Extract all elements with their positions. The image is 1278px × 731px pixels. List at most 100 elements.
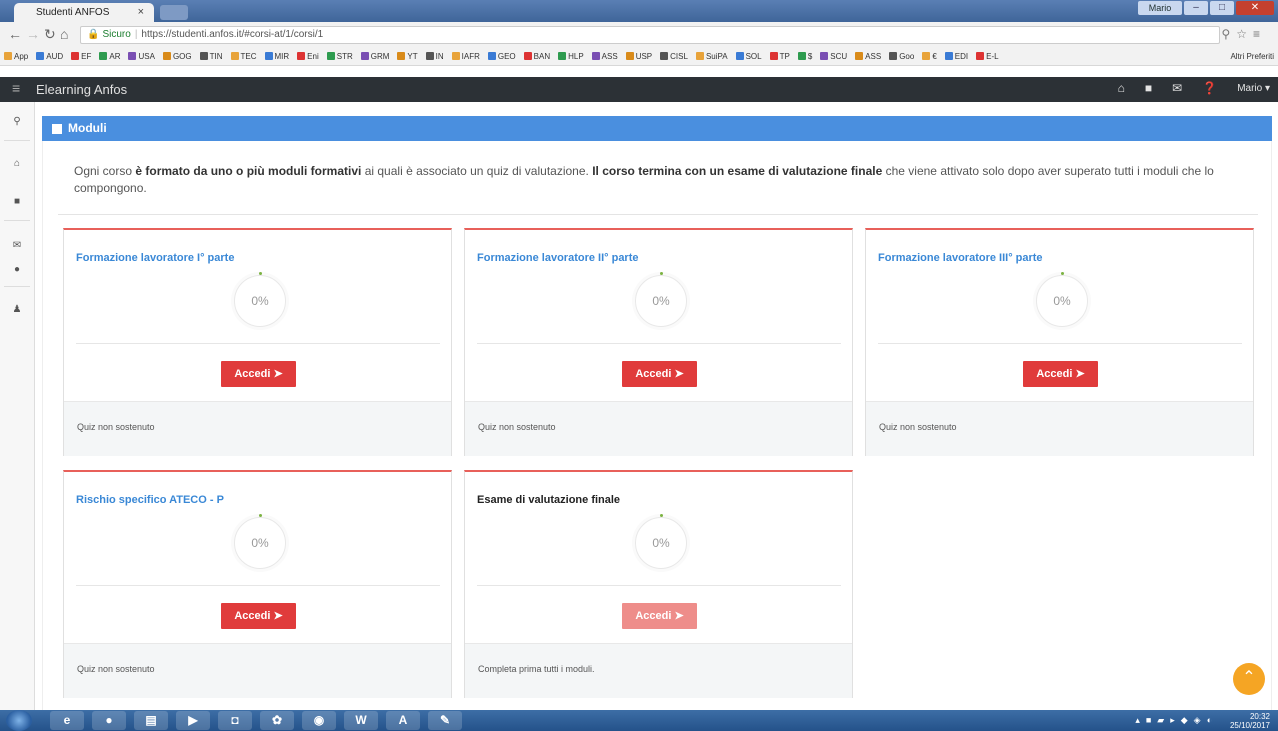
- start-button[interactable]: [6, 710, 32, 731]
- bookmark-item[interactable]: IN: [425, 52, 444, 61]
- bookmark-item[interactable]: USP: [625, 52, 652, 61]
- accedi-button[interactable]: Accedi ➤: [221, 361, 296, 387]
- lock-icon: 🔒: [87, 29, 100, 40]
- module-title[interactable]: Formazione lavoratore I° parte: [76, 252, 234, 264]
- bookmark-icon: [230, 52, 239, 60]
- bookmark-item[interactable]: STR: [326, 52, 353, 61]
- home-nav-icon[interactable]: ⌂: [1118, 81, 1125, 95]
- progress-gauge: 0%: [1036, 272, 1088, 327]
- help-sidebar-icon[interactable]: ●: [0, 264, 34, 275]
- modules-icon: [52, 124, 62, 134]
- back-icon[interactable]: ←: [8, 26, 22, 42]
- home-icon[interactable]: ⌂: [60, 26, 68, 42]
- close-window-button[interactable]: ✕: [1236, 1, 1274, 15]
- other-bookmarks[interactable]: Altri Preferiti: [1222, 52, 1274, 61]
- bookmark-icon: [297, 52, 306, 60]
- maximize-button[interactable]: □: [1210, 1, 1234, 15]
- bookmark-item[interactable]: Goo: [889, 52, 914, 61]
- reload-icon[interactable]: ↻: [44, 26, 56, 43]
- accedi-button[interactable]: Accedi ➤: [622, 361, 697, 387]
- forward-icon[interactable]: →: [26, 26, 40, 42]
- scroll-to-top-button[interactable]: ⌃: [1233, 663, 1265, 695]
- browser-tab[interactable]: Studenti ANFOS ×: [14, 3, 154, 22]
- bookmark-item[interactable]: TIN: [199, 52, 223, 61]
- media-player-icon[interactable]: ▶: [176, 711, 210, 730]
- bookmark-item[interactable]: CISL: [660, 52, 688, 61]
- quiz-status: Quiz non sostenuto: [64, 643, 451, 698]
- address-toolbar: ← → ↻ ⌂ 🔒 Sicuro | https://studenti.anfos.i…: [0, 22, 1278, 48]
- accedi-button[interactable]: Accedi ➤: [221, 603, 296, 629]
- profile-button[interactable]: Mario: [1138, 1, 1182, 15]
- bookmark-icon: [591, 52, 600, 60]
- address-actions[interactable]: ⚲☆≡: [1221, 27, 1266, 41]
- bookmark-item[interactable]: USA: [128, 52, 155, 61]
- bookmark-icon: [855, 52, 864, 60]
- bookmark-icon: [326, 52, 335, 60]
- bookmark-item[interactable]: IAFR: [451, 52, 480, 61]
- app-icon[interactable]: ◘: [218, 711, 252, 730]
- bookmark-item[interactable]: GRM: [360, 52, 389, 61]
- bookmark-item[interactable]: AR: [99, 52, 120, 61]
- book-nav-icon[interactable]: ■: [1145, 81, 1152, 95]
- mail-nav-icon[interactable]: ✉: [1172, 81, 1182, 95]
- bookmark-icon: [660, 52, 669, 60]
- module-title[interactable]: Rischio specifico ATECO - P: [76, 494, 224, 506]
- bookmark-icon: [36, 52, 45, 60]
- menu-icon[interactable]: ≡: [12, 80, 20, 96]
- mail-sidebar-icon[interactable]: ✉: [0, 240, 34, 251]
- pdf-icon[interactable]: A: [386, 711, 420, 730]
- bookmark-icon: [128, 52, 137, 60]
- bookmark-item[interactable]: E-L: [976, 52, 999, 61]
- help-nav-icon[interactable]: ❓: [1202, 81, 1217, 95]
- bookmark-item[interactable]: ASS: [855, 52, 881, 61]
- folder-icon[interactable]: ▤: [134, 711, 168, 730]
- search-icon[interactable]: ⚲: [0, 116, 34, 127]
- user-menu[interactable]: Mario ▾: [1237, 83, 1270, 94]
- bookmark-item[interactable]: YT: [397, 52, 418, 61]
- bookmark-item[interactable]: App: [4, 52, 28, 61]
- bookmark-item[interactable]: ASS: [591, 52, 618, 61]
- brand-title[interactable]: Elearning Anfos: [36, 82, 127, 97]
- clock[interactable]: 20:32 25/10/2017: [1230, 712, 1270, 730]
- tool-icon[interactable]: ✎: [428, 711, 462, 730]
- intro-text: Ogni corso è formato da uno o più moduli…: [74, 164, 1214, 195]
- send-icon: ➤: [1075, 368, 1085, 380]
- bookmark-item[interactable]: AUD: [36, 52, 63, 61]
- network-app-icon[interactable]: ✿: [260, 711, 294, 730]
- module-title[interactable]: Formazione lavoratore II° parte: [477, 252, 639, 264]
- bookmark-item[interactable]: SOL: [735, 52, 762, 61]
- bookmark-item[interactable]: SCU: [820, 52, 847, 61]
- ie-icon[interactable]: e: [50, 711, 84, 730]
- bookmark-icon: [360, 52, 369, 60]
- chrome-icon[interactable]: ●: [92, 711, 126, 730]
- module-title[interactable]: Formazione lavoratore III° parte: [878, 252, 1043, 264]
- home-sidebar-icon[interactable]: ⌂: [0, 158, 34, 169]
- url-field[interactable]: 🔒 Sicuro | https://studenti.anfos.it/#corsi…: [80, 26, 1220, 44]
- minimize-button[interactable]: –: [1184, 1, 1208, 15]
- book-sidebar-icon[interactable]: ■: [0, 196, 34, 207]
- bookmark-item[interactable]: MIR: [264, 52, 289, 61]
- bookmark-item[interactable]: GEO: [487, 52, 516, 61]
- word-icon[interactable]: W: [344, 711, 378, 730]
- bookmark-item[interactable]: EF: [71, 52, 91, 61]
- bookmark-item[interactable]: TEC: [230, 52, 257, 61]
- bookmark-item[interactable]: HLP: [558, 52, 584, 61]
- system-tray[interactable]: ▴■▰▸◆◈◐: [1135, 715, 1218, 726]
- user-sidebar-icon[interactable]: ♟: [0, 304, 34, 315]
- bookmark-item[interactable]: Eni: [297, 52, 319, 61]
- quiz-status: Quiz non sostenuto: [465, 401, 852, 456]
- accedi-button[interactable]: Accedi ➤: [1023, 361, 1098, 387]
- bookmark-item[interactable]: GOG: [162, 52, 192, 61]
- quiz-status: Quiz non sostenuto: [64, 401, 451, 456]
- bookmark-icon: [162, 52, 171, 60]
- bookmark-item[interactable]: TP: [769, 52, 790, 61]
- bookmark-item[interactable]: BAN: [523, 52, 550, 61]
- bookmark-item[interactable]: $: [797, 52, 812, 61]
- bookmark-item[interactable]: €: [922, 52, 937, 61]
- bookmark-item[interactable]: EDI: [944, 52, 968, 61]
- secure-label: Sicuro: [102, 29, 131, 40]
- new-tab-button[interactable]: [160, 5, 188, 20]
- tab-close-icon[interactable]: ×: [138, 6, 144, 18]
- firefox-icon[interactable]: ◉: [302, 711, 336, 730]
- bookmark-item[interactable]: SuiPA: [695, 52, 728, 61]
